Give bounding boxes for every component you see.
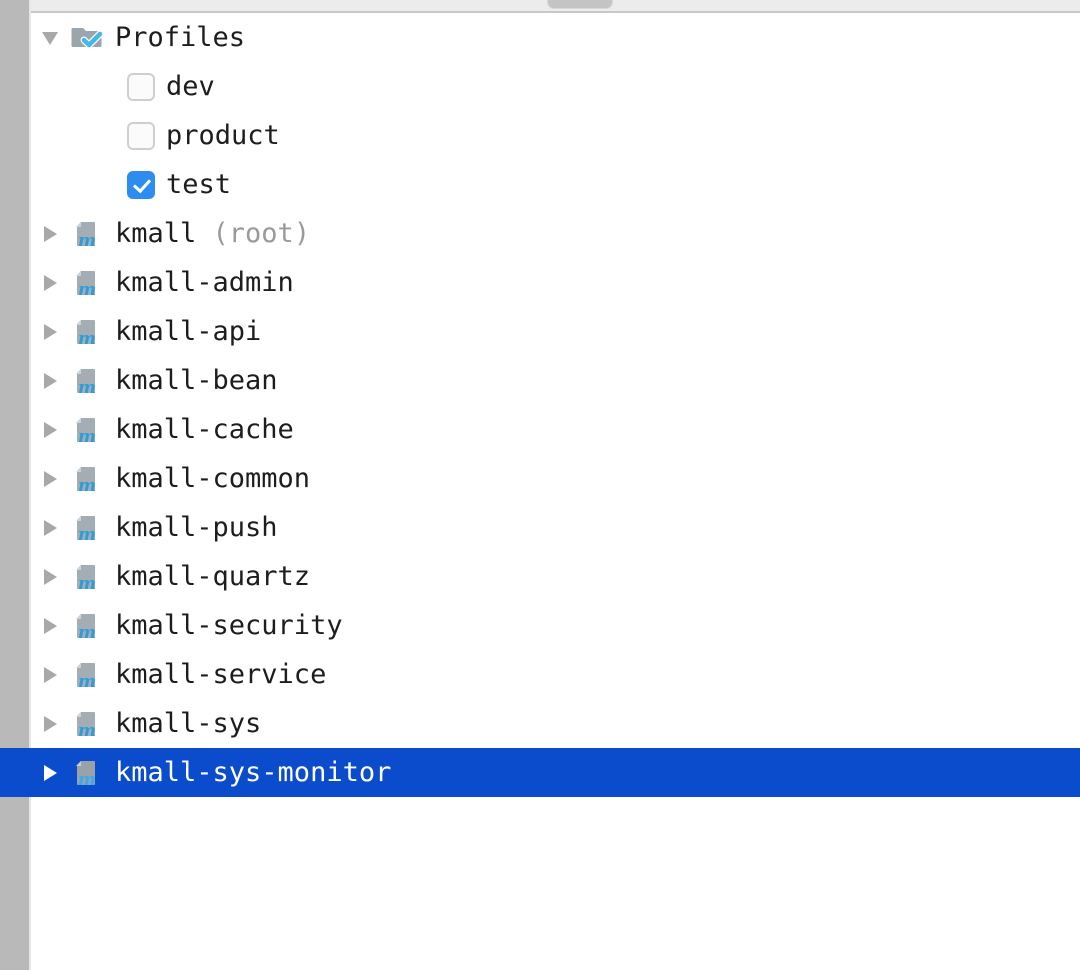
module-row-kmall-security[interactable]: m kmall-security <box>0 601 1080 650</box>
module-row-kmall-bean[interactable]: m kmall-bean <box>0 356 1080 405</box>
svg-text:m: m <box>78 476 96 496</box>
chevron-right-icon[interactable] <box>38 319 64 345</box>
chevron-right-icon[interactable] <box>38 613 64 639</box>
maven-module-icon: m <box>70 266 104 300</box>
maven-module-icon: m <box>70 217 104 251</box>
maven-module-icon: m <box>70 756 104 790</box>
chevron-right-icon[interactable] <box>38 515 64 541</box>
module-label: kmall-cache <box>115 413 294 445</box>
svg-text:m: m <box>78 427 96 447</box>
chevron-right-icon[interactable] <box>38 662 64 688</box>
maven-projects-tree: Profiles dev product test m kmall (root)… <box>0 13 1080 970</box>
module-row-kmall-push[interactable]: m kmall-push <box>0 503 1080 552</box>
profile-label-test: test <box>166 168 232 200</box>
maven-module-icon: m <box>70 364 104 398</box>
tree-node-profiles[interactable]: Profiles <box>0 13 1080 62</box>
module-label: kmall-service <box>115 658 327 690</box>
maven-module-icon: m <box>70 560 104 594</box>
maven-module-icon: m <box>70 315 104 349</box>
chevron-right-icon[interactable] <box>38 368 64 394</box>
chevron-right-icon[interactable] <box>38 221 64 247</box>
module-row-kmall-quartz[interactable]: m kmall-quartz <box>0 552 1080 601</box>
module-label: kmall-sys-monitor <box>115 756 392 788</box>
module-label: kmall-common <box>115 462 311 494</box>
module-row-kmall[interactable]: m kmall (root) <box>0 209 1080 258</box>
profile-checkbox-dev[interactable] <box>127 72 155 101</box>
maven-module-icon: m <box>70 609 104 643</box>
profile-checkbox-test[interactable] <box>127 170 155 199</box>
maven-module-icon: m <box>70 658 104 692</box>
folder-profiles-icon <box>70 21 104 55</box>
svg-text:m: m <box>78 329 96 349</box>
profile-label-product: product <box>166 119 280 151</box>
module-label: kmall-sys <box>115 707 262 739</box>
module-row-kmall-service[interactable]: m kmall-service <box>0 650 1080 699</box>
svg-text:m: m <box>78 280 96 300</box>
chevron-right-icon[interactable] <box>38 270 64 296</box>
svg-text:m: m <box>78 721 96 741</box>
module-label: kmall-security <box>115 609 343 641</box>
chevron-right-icon[interactable] <box>38 417 64 443</box>
module-label: kmall-admin <box>115 266 294 298</box>
chevron-right-icon[interactable] <box>38 711 64 737</box>
profile-row-test[interactable]: test <box>0 160 1080 209</box>
module-label: kmall-quartz <box>115 560 311 592</box>
maven-module-icon: m <box>70 462 104 496</box>
profile-row-dev[interactable]: dev <box>0 62 1080 111</box>
svg-text:m: m <box>78 231 96 251</box>
svg-text:m: m <box>78 574 96 594</box>
maven-tool-window: Profiles dev product test m kmall (root)… <box>0 0 1080 970</box>
module-label: kmall-bean <box>115 364 278 396</box>
module-row-kmall-sys[interactable]: m kmall-sys <box>0 699 1080 748</box>
chevron-right-icon[interactable] <box>38 466 64 492</box>
module-label: kmall <box>115 217 197 249</box>
module-row-kmall-admin[interactable]: m kmall-admin <box>0 258 1080 307</box>
scrollbar-thumb[interactable] <box>548 0 612 8</box>
module-row-kmall-cache[interactable]: m kmall-cache <box>0 405 1080 454</box>
svg-text:m: m <box>78 378 96 398</box>
tree-node-label: Profiles <box>115 21 246 53</box>
svg-text:m: m <box>78 672 96 692</box>
module-row-kmall-common[interactable]: m kmall-common <box>0 454 1080 503</box>
chevron-right-icon[interactable] <box>38 760 64 786</box>
module-row-kmall-api[interactable]: m kmall-api <box>0 307 1080 356</box>
chevron-down-icon[interactable] <box>38 25 64 51</box>
chevron-right-icon[interactable] <box>38 564 64 590</box>
module-label: kmall-api <box>115 315 262 347</box>
profile-row-product[interactable]: product <box>0 111 1080 160</box>
svg-text:m: m <box>78 623 96 643</box>
svg-text:m: m <box>78 525 96 545</box>
maven-module-icon: m <box>70 707 104 741</box>
profile-checkbox-product[interactable] <box>127 121 155 150</box>
svg-text:m: m <box>78 770 96 790</box>
module-row-kmall-sys-monitor[interactable]: m kmall-sys-monitor <box>0 748 1080 797</box>
profile-label-dev: dev <box>166 70 215 102</box>
module-label: kmall-push <box>115 511 278 543</box>
module-root-suffix: (root) <box>196 218 311 249</box>
maven-module-icon: m <box>70 413 104 447</box>
maven-module-icon: m <box>70 511 104 545</box>
